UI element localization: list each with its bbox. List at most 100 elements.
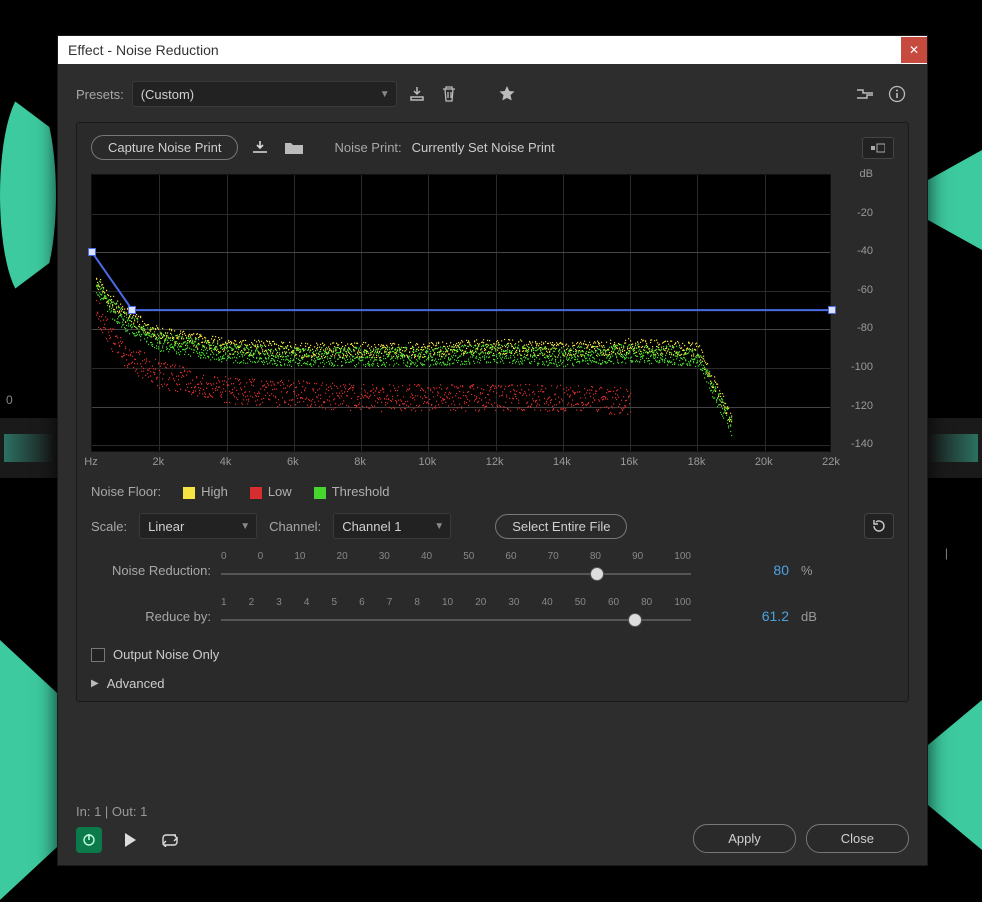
reduce-by-label: Reduce by: <box>91 609 211 624</box>
slider-ticks: 1234567810203040506080100 <box>221 597 691 608</box>
power-icon <box>82 833 96 847</box>
y-axis: dB-20-40-60-80-100-120-140 <box>831 174 873 452</box>
legend-low-label: Low <box>268 484 292 499</box>
loop-button[interactable] <box>158 828 182 852</box>
main-panel: Capture Noise Print Noise Print: Current… <box>76 122 909 702</box>
apply-button[interactable]: Apply <box>693 824 796 853</box>
noise-reduction-slider[interactable]: 00102030405060708090100 <box>221 555 691 585</box>
graph-view-toggle[interactable] <box>862 137 894 159</box>
download-icon <box>408 85 426 103</box>
play-icon <box>123 832 137 848</box>
routing-icon <box>856 86 874 102</box>
background-ruler-tick: | <box>945 546 948 560</box>
reduce-by-value[interactable]: 61.2 <box>735 608 789 624</box>
swatch-high <box>183 487 195 499</box>
legend-threshold-label: Threshold <box>332 484 390 499</box>
advanced-label: Advanced <box>107 676 165 691</box>
noise-print-status-label: Noise Print: <box>334 140 401 155</box>
download-icon <box>250 139 270 157</box>
reset-button[interactable] <box>864 513 894 539</box>
swatch-low <box>250 487 262 499</box>
save-preset-button[interactable] <box>405 82 429 106</box>
favorite-button[interactable] <box>495 82 519 106</box>
noise-reduction-row: Noise Reduction: 00102030405060708090100… <box>91 555 894 585</box>
reduce-by-slider[interactable]: 1234567810203040506080100 <box>221 601 691 631</box>
channel-routing-button[interactable] <box>853 82 877 106</box>
x-axis: Hz2k4k6k8k10k12k14k16k18k20k22k <box>91 456 833 472</box>
noise-reduction-label: Noise Reduction: <box>91 563 211 578</box>
channel-label: Channel: <box>269 519 321 534</box>
loop-icon <box>161 833 179 847</box>
output-noise-label: Output Noise Only <box>113 647 219 662</box>
slider-thumb[interactable] <box>628 613 642 627</box>
star-icon <box>498 85 516 103</box>
background-waveform <box>4 434 54 462</box>
capture-noise-print-button[interactable]: Capture Noise Print <box>91 135 238 160</box>
presets-dropdown[interactable]: (Custom) ▼ <box>132 81 397 107</box>
presets-label: Presets: <box>76 87 124 102</box>
power-button[interactable] <box>76 827 102 853</box>
noise-reduction-dialog: Effect - Noise Reduction ✕ Presets: (Cus… <box>57 35 928 866</box>
close-icon: ✕ <box>909 43 919 57</box>
scale-label: Scale: <box>91 519 127 534</box>
play-button[interactable] <box>118 828 142 852</box>
advanced-toggle[interactable]: ▶ Advanced <box>91 676 894 691</box>
close-window-button[interactable]: ✕ <box>901 37 927 63</box>
noise-reduction-value[interactable]: 80 <box>735 562 789 578</box>
scale-channel-row: Scale: Linear ▼ Channel: Channel 1 ▼ Sel… <box>91 513 894 539</box>
output-noise-row: Output Noise Only <box>91 647 894 662</box>
legend: Noise Floor: High Low Threshold <box>91 484 894 499</box>
chevron-down-icon: ▼ <box>434 521 444 532</box>
reduce-by-row: Reduce by: 1234567810203040506080100 61.… <box>91 601 894 631</box>
legend-label: Noise Floor: <box>91 484 161 499</box>
noise-print-status-value: Currently Set Noise Print <box>412 140 555 155</box>
view-icon <box>871 143 885 153</box>
threshold-handle[interactable] <box>128 306 136 314</box>
noise-reduction-unit: % <box>801 563 813 578</box>
open-noise-print-button[interactable] <box>282 136 306 160</box>
legend-high: High <box>183 484 228 499</box>
background-waveform <box>928 700 982 850</box>
title-bar: Effect - Noise Reduction ✕ <box>58 36 927 64</box>
dialog-content: Presets: (Custom) ▼ <box>58 64 927 865</box>
scale-value: Linear <box>148 519 184 534</box>
presets-row: Presets: (Custom) ▼ <box>76 74 909 114</box>
slider-track <box>221 619 691 621</box>
slider-thumb[interactable] <box>590 567 604 581</box>
output-noise-checkbox[interactable] <box>91 648 105 662</box>
save-noise-print-button[interactable] <box>248 136 272 160</box>
background-waveform <box>0 90 56 300</box>
legend-low: Low <box>250 484 292 499</box>
folder-icon <box>284 140 304 156</box>
presets-value: (Custom) <box>141 87 194 102</box>
window-title: Effect - Noise Reduction <box>68 42 219 58</box>
trash-icon <box>441 85 457 103</box>
chevron-down-icon: ▼ <box>380 89 390 100</box>
capture-row: Capture Noise Print Noise Print: Current… <box>91 135 894 160</box>
chevron-down-icon: ▼ <box>240 521 250 532</box>
info-icon <box>888 85 906 103</box>
footer: In: 1 | Out: 1 Apply Close <box>76 794 909 853</box>
spectrum-graph[interactable] <box>91 174 831 452</box>
reset-icon <box>871 518 887 534</box>
io-text: In: 1 | Out: 1 <box>76 804 182 819</box>
reduce-by-unit: dB <box>801 609 817 624</box>
background-waveform <box>928 434 978 462</box>
background-ruler-tick: 0 <box>6 393 13 407</box>
scale-dropdown[interactable]: Linear ▼ <box>139 513 257 539</box>
slider-ticks: 00102030405060708090100 <box>221 551 691 562</box>
select-entire-file-button[interactable]: Select Entire File <box>495 514 627 539</box>
swatch-threshold <box>314 487 326 499</box>
chevron-right-icon: ▶ <box>91 678 99 689</box>
delete-preset-button[interactable] <box>437 82 461 106</box>
info-button[interactable] <box>885 82 909 106</box>
legend-high-label: High <box>201 484 228 499</box>
close-button[interactable]: Close <box>806 824 909 853</box>
channel-dropdown[interactable]: Channel 1 ▼ <box>333 513 451 539</box>
legend-threshold: Threshold <box>314 484 390 499</box>
background-waveform <box>928 150 982 250</box>
spectrum-wrap: dB-20-40-60-80-100-120-140 <box>91 174 894 452</box>
threshold-handle[interactable] <box>88 248 96 256</box>
slider-track <box>221 573 691 575</box>
channel-value: Channel 1 <box>342 519 401 534</box>
